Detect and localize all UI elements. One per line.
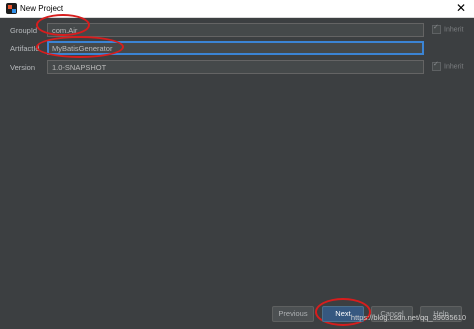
version-field[interactable]: 1.0-SNAPSHOT bbox=[47, 60, 424, 74]
groupid-annotation-circle bbox=[36, 14, 90, 36]
version-row: Version 1.0-SNAPSHOT Inherit bbox=[0, 60, 474, 76]
version-inherit-label: Inherit bbox=[444, 63, 464, 71]
close-icon[interactable]: ✕ bbox=[456, 1, 466, 15]
version-label: Version bbox=[10, 63, 36, 72]
new-project-dialog: New Project ✕ GroupId com.Air Inherit Ar… bbox=[0, 0, 474, 329]
version-value: 1.0-SNAPSHOT bbox=[52, 63, 107, 72]
groupid-inherit-checkbox[interactable]: Inherit bbox=[432, 23, 464, 35]
version-inherit-checkbox[interactable]: Inherit bbox=[432, 60, 464, 72]
groupid-label: GroupId bbox=[10, 26, 38, 35]
intellij-icon bbox=[6, 3, 17, 14]
checkbox-icon bbox=[432, 23, 441, 34]
artifactid-annotation-circle bbox=[36, 36, 124, 58]
watermark-text: https://blog.csdn.net/qq_39635610 bbox=[350, 313, 466, 322]
groupid-inherit-label: Inherit bbox=[444, 26, 464, 34]
groupid-field[interactable]: com.Air bbox=[47, 23, 424, 37]
window-title: New Project bbox=[20, 4, 64, 13]
previous-button[interactable]: Previous bbox=[272, 306, 314, 322]
checkbox-icon bbox=[432, 60, 441, 71]
